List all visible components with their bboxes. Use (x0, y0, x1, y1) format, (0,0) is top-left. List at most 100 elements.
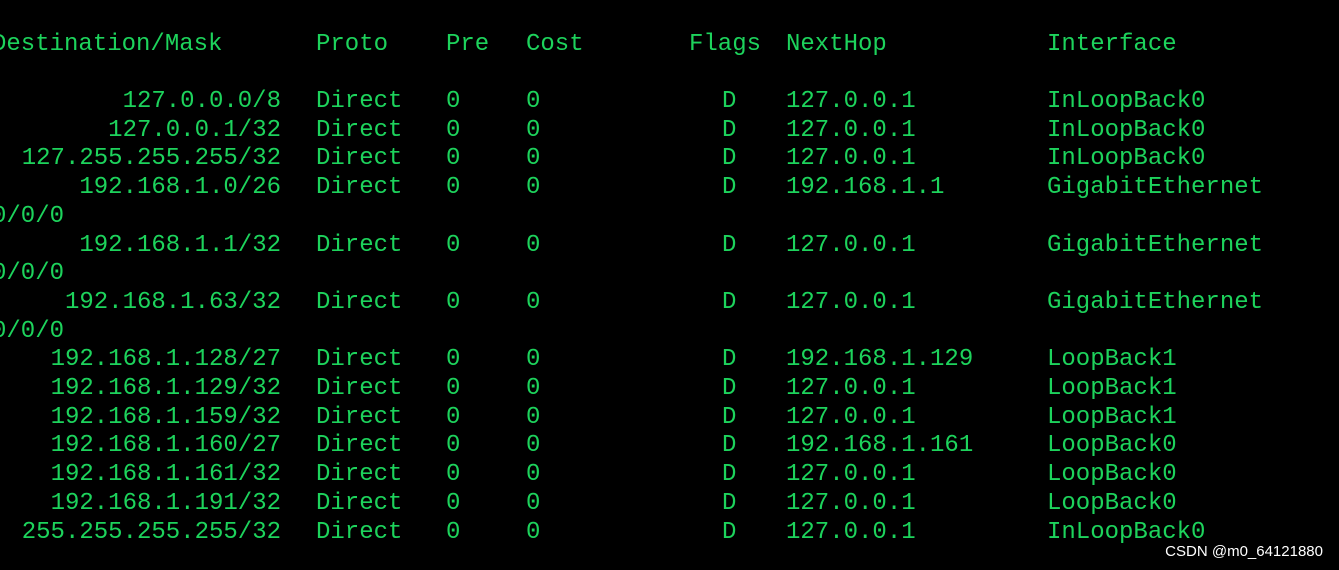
route-interface-wrap-text: 0/0/0 (0, 317, 65, 345)
route-proto: Direct (316, 375, 403, 402)
route-interface-wrap-text: 0/0/0 (0, 260, 65, 288)
route-proto: Direct (316, 288, 403, 316)
route-cost: 0 (526, 375, 541, 402)
route-interface: InLoopBack0 (1047, 116, 1206, 144)
route-nexthop: 127.0.0.1 (786, 461, 916, 489)
route-pre: 0 (446, 231, 461, 259)
route-pre: 0 (446, 489, 461, 517)
route-flags: D (722, 116, 737, 144)
route-pre: 0 (446, 116, 461, 144)
route-destination: 192.168.1.129/32 (50, 375, 281, 402)
route-destination: 192.168.1.128/27 (50, 346, 281, 374)
route-proto: Direct (316, 346, 403, 374)
route-pre: 0 (446, 403, 461, 431)
route-destination: 192.168.1.160/27 (50, 432, 281, 460)
route-row: 192.168.1.191/32 Direct 0 0 D 127.0.0.1 LoopBa… (0, 490, 1339, 518)
route-row: 127.255.255.255/32 Direct 0 0 D 127.0.0.1 InLo… (0, 145, 1339, 173)
route-cost: 0 (526, 116, 541, 144)
route-nexthop: 192.168.1.129 (786, 346, 974, 374)
route-proto: Direct (316, 518, 403, 546)
route-flags: D (722, 88, 737, 115)
route-cost: 0 (526, 489, 541, 517)
route-row: 192.168.1.160/27 Direct 0 0 D 192.168.1.161 Lo… (0, 432, 1339, 460)
route-cost: 0 (526, 145, 541, 173)
route-flags: D (722, 346, 737, 374)
route-pre: 0 (446, 518, 461, 546)
route-cost: 0 (526, 518, 541, 546)
route-proto: Direct (316, 403, 403, 431)
route-flags: D (722, 403, 737, 431)
route-destination: 192.168.1.63/32 (64, 288, 281, 316)
header-pre: Pre (446, 31, 490, 58)
route-proto: Direct (316, 88, 403, 115)
header-cost: Cost (526, 31, 584, 58)
route-cost: 0 (526, 88, 541, 115)
header-destination: Destination/Mask (0, 31, 223, 58)
route-interface: LoopBack0 (1047, 489, 1177, 517)
route-interface: GigabitEthernet (1047, 288, 1264, 316)
route-proto: Direct (316, 489, 403, 517)
route-destination: 192.168.1.1/32 (79, 231, 281, 259)
route-proto: Direct (316, 174, 403, 202)
header-proto: Proto (316, 31, 389, 58)
csdn-watermark: CSDN @m0_64121880 (1165, 543, 1323, 560)
route-pre: 0 (446, 88, 461, 115)
route-interface: LoopBack0 (1047, 461, 1177, 489)
route-cost: 0 (526, 403, 541, 431)
route-interface-wrap: 0/0/0 (0, 318, 1339, 346)
header-flags: Flags (689, 31, 762, 58)
route-destination: 127.255.255.255/32 (21, 145, 281, 173)
route-row: 127.0.0.1/32 Direct 0 0 D 127.0.0.1 InLoopBack… (0, 117, 1339, 145)
route-flags: D (722, 432, 737, 460)
route-flags: D (722, 288, 737, 316)
route-proto: Direct (316, 432, 403, 460)
route-flags: D (722, 174, 737, 202)
route-nexthop: 127.0.0.1 (786, 518, 916, 546)
route-destination: 127.0.0.0/8 (122, 88, 281, 115)
route-row: 127.0.0.0/8 Direct 0 0 D 127.0.0.1 InLoopBack0 (0, 88, 1339, 116)
route-nexthop: 127.0.0.1 (786, 375, 916, 402)
route-destination: 127.0.0.1/32 (108, 116, 281, 144)
route-row: 192.168.1.129/32 Direct 0 0 D 127.0.0.1 LoopBa… (0, 375, 1339, 403)
route-row: 192.168.1.63/32 Direct 0 0 D 127.0.0.1 Gigabit… (0, 289, 1339, 317)
route-nexthop: 127.0.0.1 (786, 403, 916, 431)
route-pre: 0 (446, 288, 461, 316)
route-destination: 255.255.255.255/32 (21, 518, 281, 546)
route-pre: 0 (446, 461, 461, 489)
route-nexthop: 192.168.1.161 (786, 432, 974, 460)
header-nexthop: NextHop (786, 31, 887, 58)
route-row: 192.168.1.0/26 Direct 0 0 D 192.168.1.1 Gigabi… (0, 174, 1339, 202)
route-interface: InLoopBack0 (1047, 145, 1206, 173)
route-cost: 0 (526, 461, 541, 489)
route-row: 192.168.1.128/27 Direct 0 0 D 192.168.1.129 Lo… (0, 346, 1339, 374)
route-interface: LoopBack1 (1047, 403, 1177, 431)
route-proto: Direct (316, 231, 403, 259)
route-interface-wrap: 0/0/0 (0, 203, 1339, 231)
route-proto: Direct (316, 461, 403, 489)
route-pre: 0 (446, 174, 461, 202)
route-nexthop: 127.0.0.1 (786, 489, 916, 517)
route-destination: 192.168.1.161/32 (50, 461, 281, 489)
route-interface-wrap-text: 0/0/0 (0, 202, 65, 230)
route-cost: 0 (526, 288, 541, 316)
route-interface: GigabitEthernet (1047, 231, 1264, 259)
terminal-window: Destination/Mask Proto Pre Cost Flags Ne… (0, 0, 1339, 570)
route-nexthop: 127.0.0.1 (786, 231, 916, 259)
route-destination: 192.168.1.0/26 (79, 174, 281, 202)
route-pre: 0 (446, 375, 461, 402)
route-nexthop: 192.168.1.1 (786, 174, 945, 202)
header-interface: Interface (1047, 31, 1177, 58)
route-proto: Direct (316, 145, 403, 173)
route-flags: D (722, 375, 737, 402)
route-pre: 0 (446, 432, 461, 460)
route-nexthop: 127.0.0.1 (786, 88, 916, 115)
route-interface-wrap: 0/0/0 (0, 260, 1339, 288)
route-cost: 0 (526, 174, 541, 202)
route-flags: D (722, 145, 737, 173)
route-row: 192.168.1.161/32 Direct 0 0 D 127.0.0.1 LoopBa… (0, 461, 1339, 489)
route-flags: D (722, 518, 737, 546)
route-destination: 192.168.1.191/32 (50, 489, 281, 517)
route-nexthop: 127.0.0.1 (786, 145, 916, 173)
route-flags: D (722, 489, 737, 517)
route-row: 192.168.1.159/32 Direct 0 0 D 127.0.0.1 LoopBa… (0, 404, 1339, 432)
